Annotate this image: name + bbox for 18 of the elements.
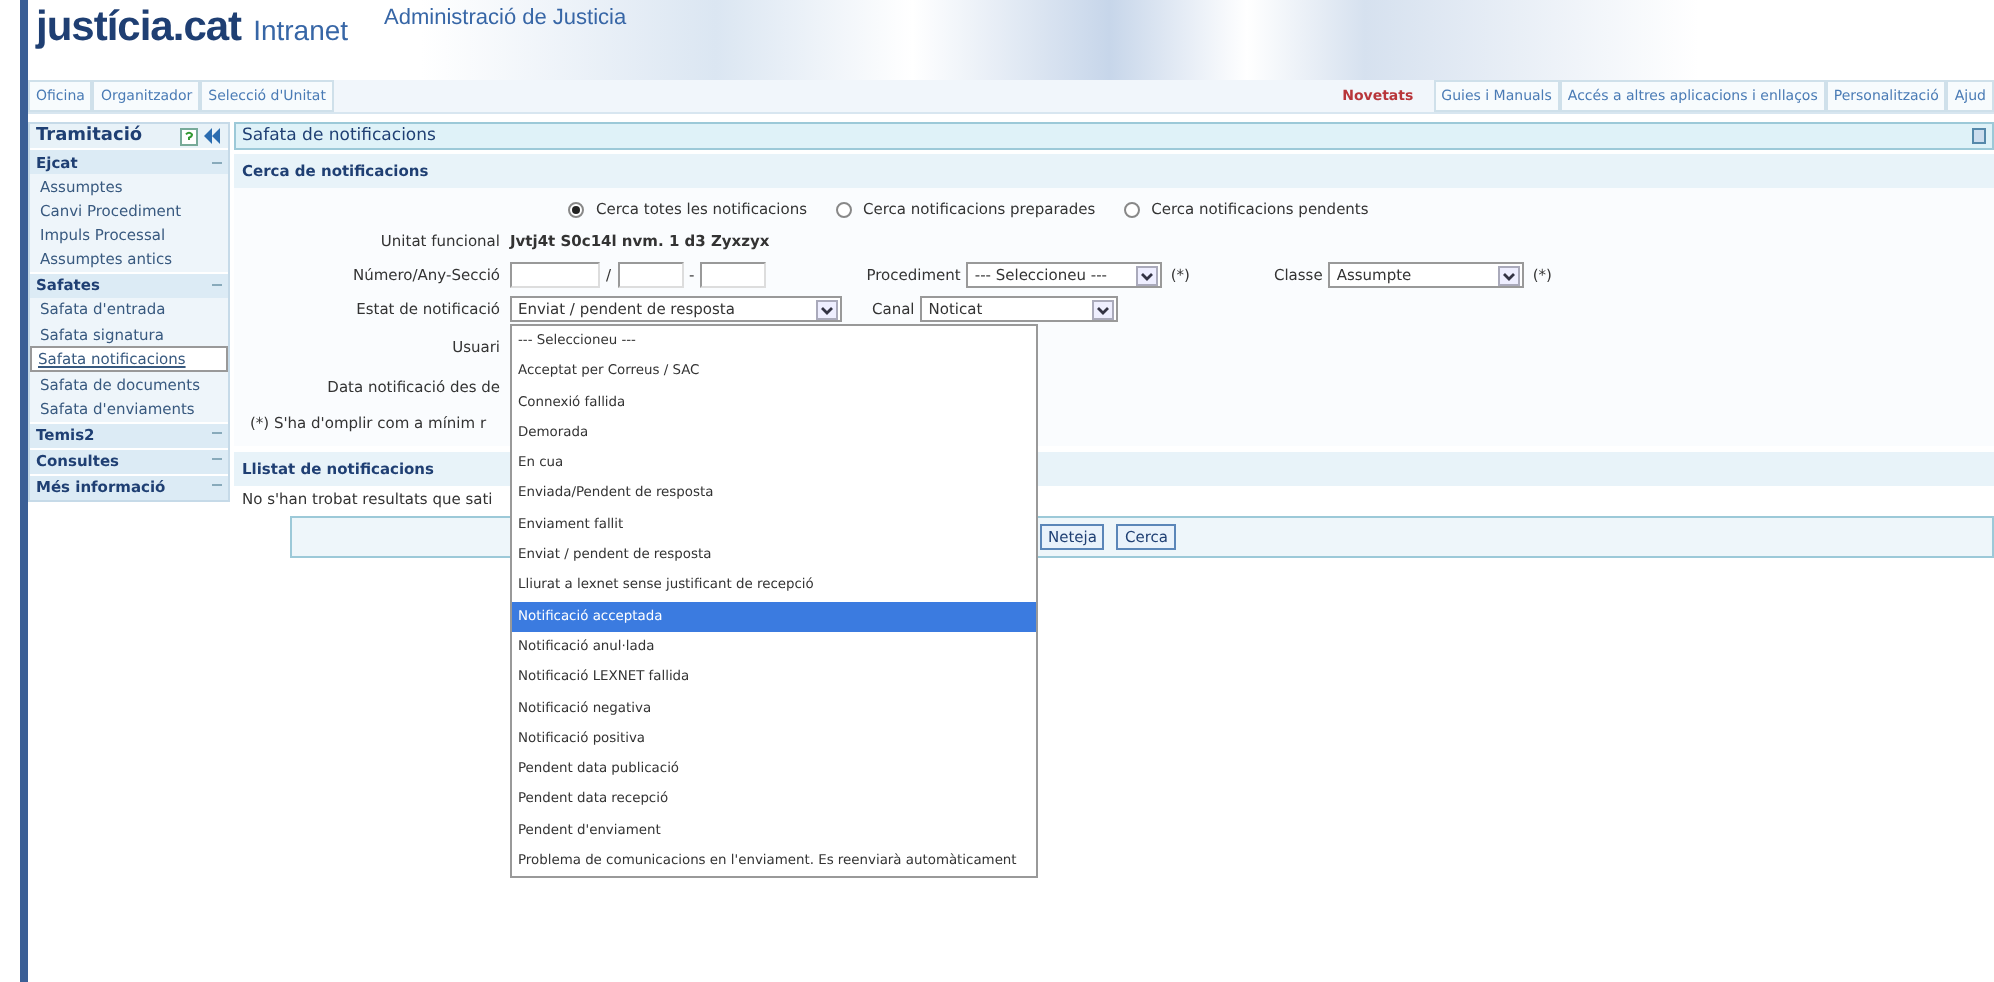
help-icon[interactable]	[180, 127, 198, 145]
logo-text: justícia.cat	[36, 4, 242, 52]
product-name: Intranet	[253, 14, 349, 46]
dropdown-icon[interactable]	[1498, 265, 1521, 285]
header-subtitle: Administració de Justicia	[384, 6, 627, 30]
window-icon[interactable]	[1972, 128, 1986, 144]
input-field[interactable]	[510, 262, 600, 288]
input-field[interactable]	[700, 262, 767, 288]
dropdown-icon[interactable]	[1092, 299, 1115, 319]
sidebar-title: Tramitació	[36, 126, 145, 146]
panel-title: Safata de notificacions	[242, 126, 436, 146]
radio-icon[interactable]	[568, 201, 584, 217]
radio-icon[interactable]	[835, 201, 852, 217]
input-field[interactable]	[617, 262, 684, 288]
collapse-icon[interactable]	[204, 128, 222, 144]
radio-icon[interactable]	[1123, 201, 1140, 217]
dropdown-icon[interactable]	[1136, 265, 1159, 285]
dropdown-icon[interactable]	[816, 299, 838, 319]
